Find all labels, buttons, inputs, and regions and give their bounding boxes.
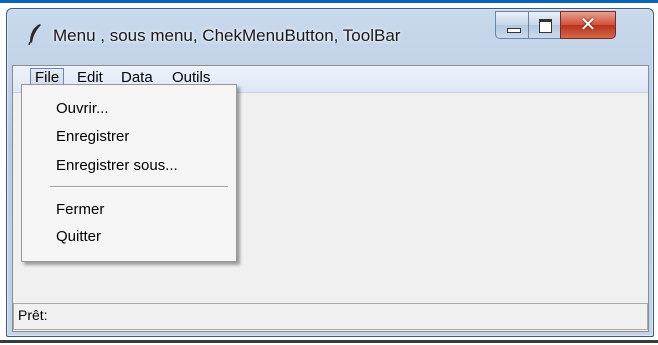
maximize-icon [539,19,552,33]
maximize-button[interactable] [528,11,561,39]
minimize-icon [507,28,521,33]
feather-icon [27,23,43,46]
window-title: Menu , sous menu, ChekMenuButton, ToolBa… [53,26,401,45]
menu-separator [50,186,228,188]
file-dropdown-menu: Ouvrir... Enregistrer Enregistrer sous..… [21,84,237,262]
menu-item-fermer[interactable]: Fermer [56,200,104,220]
status-bar: Prêt: [13,303,648,330]
menu-item-ouvrir[interactable]: Ouvrir... [56,99,109,119]
menu-item-enregistrer[interactable]: Enregistrer [56,127,129,147]
menu-item-enregistrer-sous[interactable]: Enregistrer sous... [56,156,178,176]
minimize-button[interactable] [495,11,529,39]
status-text: Prêt: [18,307,48,323]
close-button[interactable]: ✕ [560,11,616,39]
screenshot-top-border [0,0,658,3]
menu-item-quitter[interactable]: Quitter [56,227,101,247]
screenshot-bottom-border [0,340,658,343]
close-icon: ✕ [579,14,597,36]
title-bar[interactable]: Menu , sous menu, ChekMenuButton, ToolBa… [7,9,653,63]
